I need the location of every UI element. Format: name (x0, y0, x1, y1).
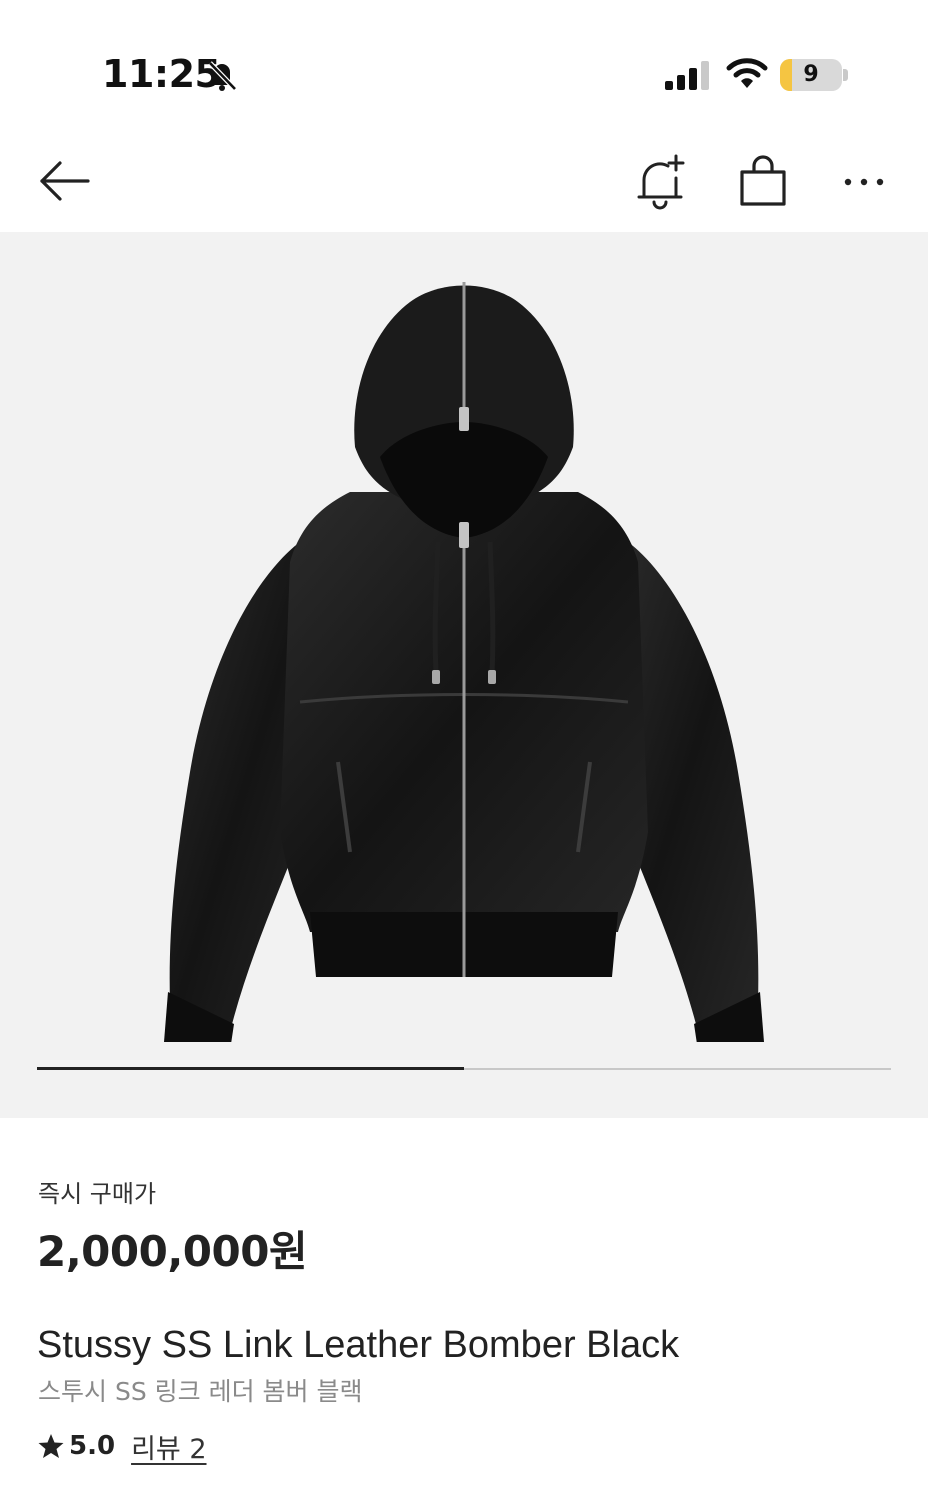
product-name-korean: 스투시 SS 링크 레더 봄버 블랙 (38, 1377, 363, 1406)
battery-icon: 9 (780, 59, 848, 91)
shopping-bag-icon[interactable] (734, 152, 792, 210)
product-name: Stussy SS Link Leather Bomber Black (37, 1324, 680, 1366)
signal-icon (665, 61, 709, 90)
battery-level: 9 (803, 62, 819, 87)
bell-plus-icon[interactable] (632, 152, 690, 212)
rating-value: 5.0 (69, 1431, 116, 1461)
product-info: 즉시 구매가 2,000,000원 Stussy SS Link Leather… (0, 1118, 928, 1500)
back-arrow-icon[interactable] (36, 156, 92, 206)
star-icon (38, 1434, 64, 1458)
product-image-gallery[interactable] (0, 232, 928, 1118)
battery-cap (843, 69, 848, 81)
rating-row: 5.0 리뷰 2 (37, 1426, 207, 1466)
battery-body: 9 (780, 59, 842, 91)
wifi-icon (726, 58, 768, 88)
status-time: 11:25 (102, 52, 221, 96)
top-nav (0, 130, 928, 232)
price-value: 2,000,000원 (37, 1227, 308, 1276)
status-bar: 11:25 9 (0, 0, 928, 130)
more-dots-icon[interactable] (838, 162, 890, 202)
price-label: 즉시 구매가 (38, 1180, 157, 1208)
product-image[interactable] (150, 272, 778, 1042)
gallery-progress-fill (37, 1067, 464, 1070)
review-count-link[interactable]: 리뷰 2 (131, 1427, 206, 1466)
gallery-progress-bar (37, 1067, 891, 1070)
bell-off-icon (208, 61, 237, 91)
